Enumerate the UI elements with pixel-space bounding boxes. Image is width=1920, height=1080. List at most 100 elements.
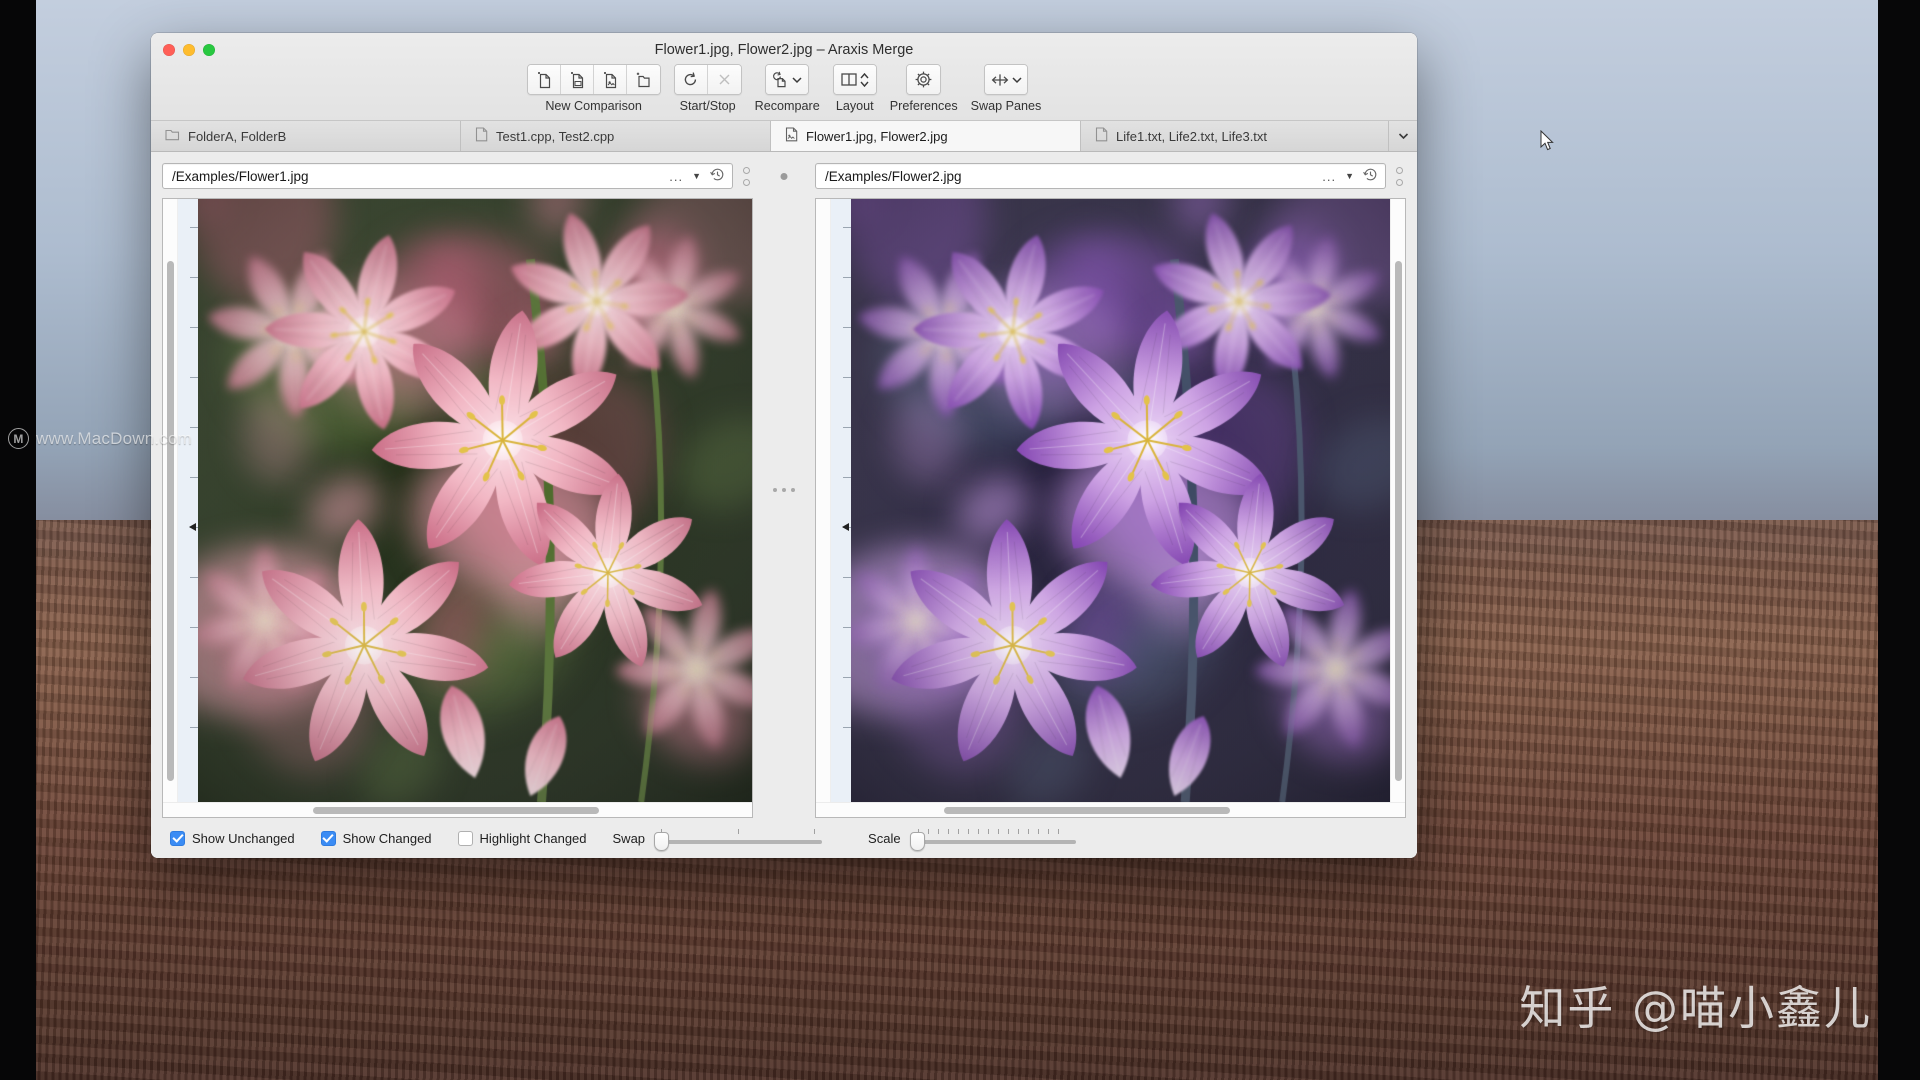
left-path-value: /Examples/Flower1.jpg xyxy=(172,168,309,184)
toolbar-group-swap-panes: Swap Panes xyxy=(971,64,1041,113)
toolbar-label-recompare: Recompare xyxy=(754,99,820,113)
swap-panes-button[interactable] xyxy=(985,65,1027,94)
right-pane-header: /Examples/Flower2.jpg ... ▼ xyxy=(815,162,1406,190)
screen-right-bezel xyxy=(1878,0,1920,1080)
main-toolbar: New Comparison Start/Stop Recompare Layo… xyxy=(151,64,1417,113)
highlight-changed-checkbox[interactable]: Highlight Changed xyxy=(457,830,587,846)
left-vertical-ruler xyxy=(178,199,198,802)
screen-left-bezel xyxy=(0,0,36,1080)
toolbar-label-layout: Layout xyxy=(835,99,874,113)
toolbar-group-recompare: Recompare xyxy=(755,64,820,113)
divider-dot-icon xyxy=(780,173,788,180)
scale-slider[interactable] xyxy=(909,827,1076,851)
history-clock-icon[interactable] xyxy=(710,167,725,185)
layout-button[interactable] xyxy=(833,65,876,94)
right-vertical-scrollbar[interactable] xyxy=(1390,199,1405,802)
left-path-ellipsis-button[interactable]: ... xyxy=(669,169,683,184)
show-changed-label: Show Changed xyxy=(342,830,432,846)
swap-slider-knob[interactable] xyxy=(654,832,670,851)
left-pane-marker-dots[interactable] xyxy=(739,166,753,186)
scale-slider-ticks xyxy=(910,829,1076,834)
new-text-comparison-button[interactable] xyxy=(527,65,561,94)
swap-slider-track[interactable] xyxy=(654,840,823,844)
tab-overflow-button[interactable] xyxy=(1389,121,1417,151)
scale-slider-knob[interactable] xyxy=(909,832,925,851)
toolbar-group-new-comparison: New Comparison xyxy=(526,64,661,113)
window-title: Flower1.jpg, Flower2.jpg – Araxis Merge xyxy=(654,42,914,58)
chevron-down-icon xyxy=(792,76,802,83)
show-unchanged-checkbox-box[interactable] xyxy=(170,830,185,846)
history-clock-icon[interactable] xyxy=(1363,167,1378,185)
right-pane: /Examples/Flower2.jpg ... ▼ xyxy=(815,162,1406,818)
tab-test1-test2[interactable]: Test1.cpp, Test2.cpp xyxy=(461,121,771,151)
left-vertical-scrollbar[interactable] xyxy=(163,199,178,802)
toolbar-label-start-stop: Start/Stop xyxy=(679,99,736,113)
left-pane-header: /Examples/Flower1.jpg ... ▼ xyxy=(162,162,753,190)
tab-life-txt[interactable]: Life1.txt, Life2.txt, Life3.txt xyxy=(1081,121,1389,151)
swap-slider[interactable] xyxy=(654,827,823,851)
right-path-field[interactable]: /Examples/Flower2.jpg ... ▼ xyxy=(815,163,1386,189)
chevron-down-icon xyxy=(1398,133,1408,140)
araxis-merge-window: Flower1.jpg, Flower2.jpg – Araxis Merge xyxy=(151,33,1417,858)
right-pane-marker-dots[interactable] xyxy=(1392,166,1406,186)
file-icon xyxy=(475,127,488,145)
right-path-ellipsis-button[interactable]: ... xyxy=(1322,169,1336,184)
swap-slider-ticks xyxy=(654,829,822,834)
right-image-frame xyxy=(815,198,1406,818)
toolbar-group-start-stop: Start/Stop xyxy=(673,64,742,113)
window-titlebar: Flower1.jpg, Flower2.jpg – Araxis Merge xyxy=(151,33,1417,121)
new-folder-comparison-button[interactable] xyxy=(626,65,660,94)
pane-divider[interactable] xyxy=(753,162,815,818)
right-ruler-position-marker xyxy=(842,523,849,531)
swap-arrows-icon xyxy=(991,73,1009,86)
tab-label: FolderA, FolderB xyxy=(188,128,287,144)
toolbar-group-preferences: Preferences xyxy=(890,64,958,113)
new-binary-comparison-button[interactable] xyxy=(560,65,594,94)
toolbar-label-preferences: Preferences xyxy=(889,99,958,113)
tab-flower1-flower2[interactable]: Flower1.jpg, Flower2.jpg xyxy=(771,121,1081,151)
start-button[interactable] xyxy=(674,65,708,94)
highlight-changed-label: Highlight Changed xyxy=(479,830,587,846)
divider-grip-icon xyxy=(773,488,795,492)
comparison-tabbar: FolderA, FolderB Test1.cpp, Test2.cpp Fl… xyxy=(151,121,1417,152)
right-vertical-scrollbar-left-gutter[interactable] xyxy=(816,199,831,802)
show-changed-checkbox[interactable]: Show Changed xyxy=(320,830,432,846)
tab-label: Flower1.jpg, Flower2.jpg xyxy=(806,128,948,144)
folder-icon xyxy=(165,128,180,144)
highlight-changed-checkbox-box[interactable] xyxy=(457,830,473,846)
left-image-frame xyxy=(162,198,753,818)
right-image-flower2[interactable] xyxy=(851,199,1390,802)
stepper-icon xyxy=(860,72,869,87)
recompare-button[interactable] xyxy=(766,65,809,94)
preferences-button[interactable] xyxy=(907,65,941,94)
image-file-icon xyxy=(785,127,798,145)
show-unchanged-checkbox[interactable]: Show Unchanged xyxy=(170,830,295,846)
comparison-content: /Examples/Flower1.jpg ... ▼ /Examples/Fl… xyxy=(151,152,1417,858)
image-comparison-panes: /Examples/Flower1.jpg ... ▼ /Examples/Fl… xyxy=(151,152,1417,818)
swap-slider-group: Swap xyxy=(612,827,823,851)
stop-button[interactable] xyxy=(707,65,741,94)
toolbar-group-layout: Layout xyxy=(832,64,877,113)
right-horizontal-scrollbar[interactable] xyxy=(816,802,1405,817)
tab-label: Test1.cpp, Test2.cpp xyxy=(496,128,615,144)
left-path-field[interactable]: /Examples/Flower1.jpg ... ▼ xyxy=(162,163,733,189)
scale-slider-label: Scale xyxy=(868,830,901,846)
tab-label: Life1.txt, Life2.txt, Life3.txt xyxy=(1116,128,1268,144)
new-image-comparison-button[interactable] xyxy=(593,65,627,94)
scale-slider-track[interactable] xyxy=(909,840,1076,844)
chevron-down-icon xyxy=(1012,76,1022,83)
left-image-flower1[interactable] xyxy=(198,199,752,802)
right-path-value: /Examples/Flower2.jpg xyxy=(825,168,962,184)
two-pane-icon xyxy=(841,73,857,86)
caret-down-icon[interactable]: ▼ xyxy=(692,171,701,181)
caret-down-icon[interactable]: ▼ xyxy=(1345,171,1354,181)
left-ruler-position-marker xyxy=(189,523,196,531)
file-icon xyxy=(1095,127,1108,145)
tab-foldera-folderb[interactable]: FolderA, FolderB xyxy=(151,121,461,151)
show-unchanged-label: Show Unchanged xyxy=(192,830,295,846)
show-changed-checkbox-box[interactable] xyxy=(320,830,336,846)
left-horizontal-scrollbar[interactable] xyxy=(163,802,752,817)
swap-slider-label: Swap xyxy=(612,830,646,846)
status-bar: Show Unchanged Show Changed Highlight Ch… xyxy=(151,818,1417,858)
left-pane: /Examples/Flower1.jpg ... ▼ xyxy=(162,162,753,818)
